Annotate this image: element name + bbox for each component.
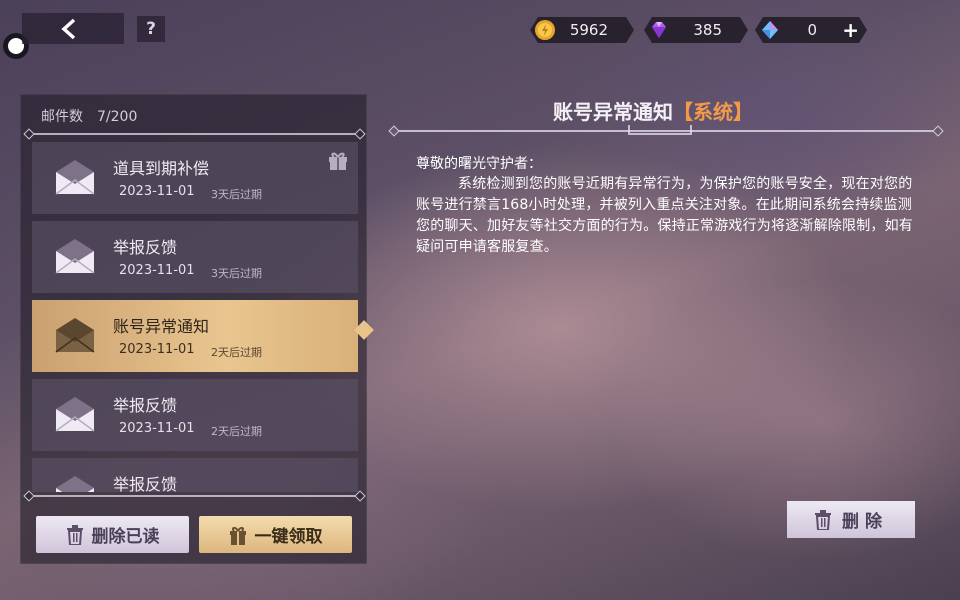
- add-crystal-button[interactable]: +: [842, 17, 859, 43]
- mail-expiry: 3天后过期: [211, 267, 262, 280]
- divider: [31, 495, 358, 497]
- gem-amount: 385: [693, 21, 722, 39]
- chevron-left-icon: [61, 18, 76, 39]
- mail-title: 举报反馈: [113, 475, 178, 492]
- trash-icon: [66, 524, 83, 545]
- detail-title-text: 账号异常通知: [553, 100, 673, 124]
- envelope-icon: [55, 239, 95, 274]
- gold-coin-icon: [534, 19, 556, 41]
- mail-detail-title: 账号异常通知【系统】: [553, 96, 753, 125]
- mail-body: 系统检测到您的账号近期有异常行为，为保护您的账号安全，现在对您的账号进行禁言16…: [416, 176, 913, 255]
- envelope-icon: [55, 318, 95, 353]
- mail-expiry: 3天后过期: [211, 188, 262, 201]
- claim-all-button[interactable]: 一键领取: [199, 516, 352, 553]
- delete-label: 删除: [842, 512, 888, 532]
- mail-item[interactable]: 举报反馈 2023-11-01 3天后过期: [32, 221, 358, 293]
- mail-title: 举报反馈: [113, 396, 178, 415]
- mail-expiry: 2天后过期: [211, 346, 262, 359]
- help-button[interactable]: ?: [137, 16, 165, 42]
- gold-amount: 5962: [569, 21, 608, 39]
- purple-gem-icon: [648, 19, 670, 41]
- detail-tag: 【系统】: [673, 100, 753, 124]
- mail-item[interactable]: 举报反馈: [32, 458, 358, 492]
- claim-all-label: 一键领取: [254, 527, 323, 547]
- mail-title: 举报反馈: [113, 238, 178, 257]
- envelope-icon: [56, 476, 94, 492]
- mail-item-selected[interactable]: 账号异常通知 2023-11-01 2天后过期: [32, 300, 358, 372]
- gem-currency: 385: [644, 17, 748, 43]
- mail-list-panel: 邮件数7/200 道具到期补偿 2023-11-01 3天后过期 举报反馈 2: [20, 94, 374, 564]
- delete-button[interactable]: 删除: [787, 501, 915, 538]
- gold-currency: 5962: [530, 17, 634, 43]
- mail-date: 2023-11-01: [119, 421, 195, 436]
- mail-item[interactable]: 举报反馈 2023-11-01 2天后过期: [32, 379, 358, 451]
- delete-read-label: 删除已读: [91, 527, 160, 547]
- gift-icon: [329, 152, 347, 170]
- mail-count: 邮件数 7/200: [41, 106, 151, 126]
- mail-expiry: 2天后过期: [211, 425, 262, 438]
- mail-date: 2023-11-01: [119, 184, 195, 199]
- mail-title: 道具到期补偿: [113, 159, 210, 178]
- mail-list[interactable]: 道具到期补偿 2023-11-01 3天后过期 举报反馈 2023-11-01 …: [32, 142, 358, 492]
- mail-count-label: 邮件数: [41, 109, 83, 125]
- crystal-icon: [759, 19, 781, 41]
- mail-date: 2023-11-01: [119, 342, 195, 357]
- mail-title: 账号异常通知: [113, 317, 210, 336]
- title-divider-ornament: [628, 125, 692, 135]
- delete-read-button[interactable]: 删除已读: [36, 516, 189, 553]
- mail-count-value: 7/200: [97, 109, 138, 125]
- mail-date: 2023-11-01: [119, 263, 195, 278]
- mail-item[interactable]: 道具到期补偿 2023-11-01 3天后过期: [32, 142, 358, 214]
- back-button[interactable]: [22, 13, 124, 44]
- trash-icon: [815, 509, 831, 530]
- gift-icon: [229, 526, 246, 545]
- envelope-icon: [55, 160, 95, 195]
- mail-greeting: 尊敬的曙光守护者：: [416, 156, 542, 172]
- crystal-amount: 0: [807, 21, 817, 39]
- divider: [31, 133, 358, 135]
- crystal-currency: 0 +: [755, 17, 867, 43]
- envelope-icon: [55, 397, 95, 432]
